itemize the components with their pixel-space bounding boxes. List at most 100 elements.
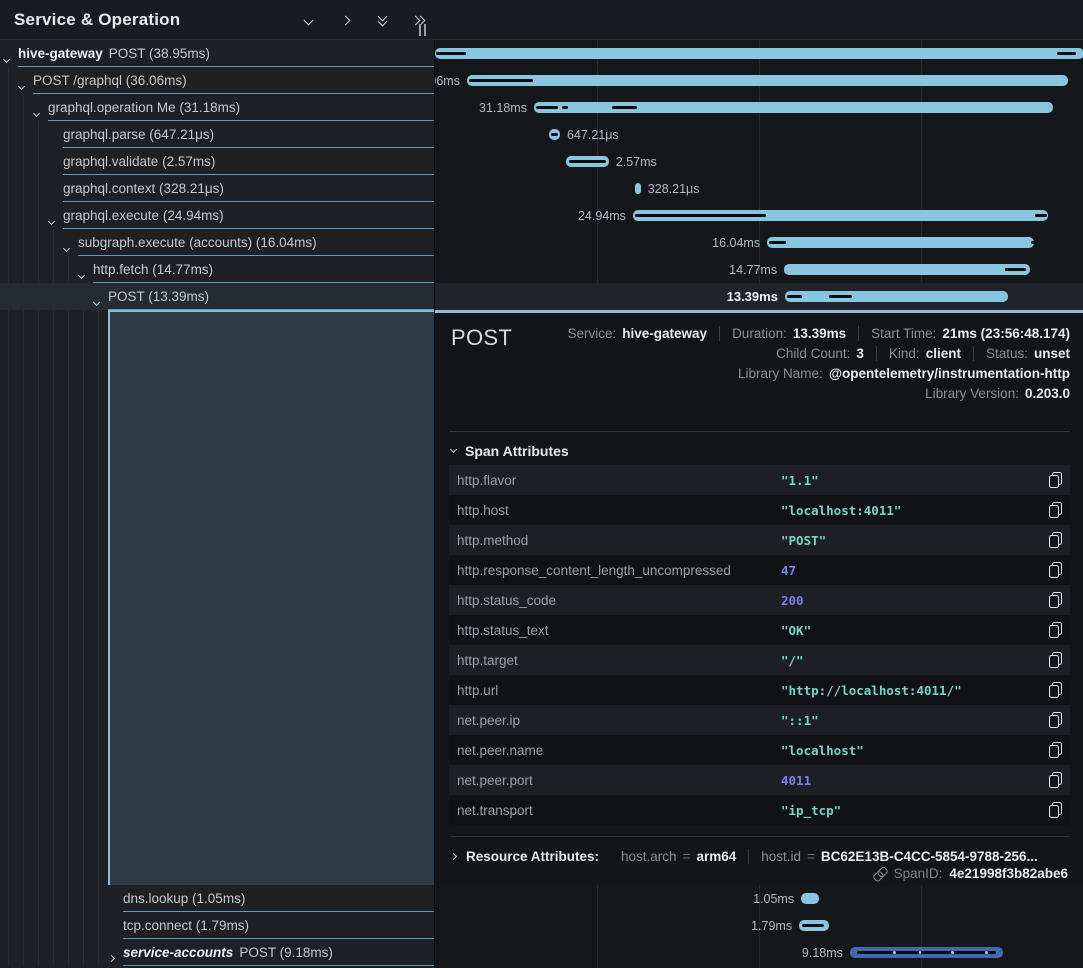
span-row-label: POST /graphql (36.06ms): [33, 67, 187, 94]
indent-guide: [23, 283, 24, 310]
indent-guide: [68, 256, 69, 283]
detail-spacer-block: [108, 310, 434, 885]
copy-icon[interactable]: [1040, 495, 1070, 525]
info-value: 21ms (23:56:48.174): [942, 326, 1070, 341]
span-attributes-toggle[interactable]: Span Attributes: [451, 443, 569, 459]
span-tree-row[interactable]: graphql.parse (647.21μs): [0, 121, 434, 148]
span-detail-panel: POST Service:hive-gatewayDuration:13.39m…: [435, 310, 1083, 885]
double-chevron-down-icon[interactable]: [374, 12, 390, 28]
span-tree-row[interactable]: POST (13.39ms): [0, 283, 434, 310]
attribute-row: http.response_content_length_uncompresse…: [449, 555, 1070, 585]
span-bar-row[interactable]: 36.06ms: [435, 67, 1083, 94]
span-tree-row[interactable]: subgraph.execute (accounts) (16.04ms): [0, 229, 434, 256]
copy-icon[interactable]: [1040, 465, 1070, 495]
span-bar-row[interactable]: 31.18ms: [435, 94, 1083, 121]
span-duration-label: 13.39ms: [727, 283, 778, 310]
indent-guide: [38, 121, 39, 148]
equals-sign: =: [807, 849, 815, 864]
copy-icon[interactable]: [1040, 705, 1070, 735]
span-tree-row[interactable]: http.fetch (14.77ms): [0, 256, 434, 283]
indent-guide: [23, 94, 24, 121]
span-bar-row[interactable]: 13.39ms: [435, 283, 1083, 310]
info-label: Kind:: [889, 346, 920, 361]
operation-name: http.fetch (14.77ms): [93, 262, 213, 277]
span-duration-bar[interactable]: [435, 48, 1083, 59]
copy-icon[interactable]: [1040, 675, 1070, 705]
span-tree-row[interactable]: graphql.operation Me (31.18ms): [0, 94, 434, 121]
copy-icon[interactable]: [1040, 585, 1070, 615]
span-tree-row[interactable]: hive-gatewayPOST (38.95ms): [0, 40, 434, 67]
copy-icon[interactable]: [1040, 735, 1070, 765]
chevron-down-icon[interactable]: [49, 211, 54, 229]
span-duration-bar[interactable]: [801, 893, 819, 904]
span-bar-row[interactable]: 2.57ms: [435, 148, 1083, 175]
child-span-marker: [469, 79, 533, 82]
copy-icon[interactable]: [1040, 555, 1070, 585]
chevron-down-icon[interactable]: [34, 103, 39, 121]
span-tree-row[interactable]: graphql.validate (2.57ms): [0, 148, 434, 175]
chevron-down-icon[interactable]: [94, 292, 99, 310]
span-tree-row[interactable]: dns.lookup (1.05ms): [0, 885, 434, 912]
attribute-row: http.target"/": [449, 645, 1070, 675]
span-bar-row[interactable]: 328.21μs: [435, 175, 1083, 202]
chevron-down-icon[interactable]: [64, 238, 69, 256]
indent-guide: [38, 283, 39, 310]
resource-attributes-row[interactable]: Resource Attributes: host.arch=arm64host…: [451, 836, 1070, 864]
span-bar-row[interactable]: 1.79ms: [435, 912, 1083, 939]
operation-name: POST (9.18ms): [239, 945, 333, 960]
chevron-down-icon[interactable]: [4, 49, 9, 67]
link-icon[interactable]: [871, 864, 889, 882]
attribute-key: net.peer.port: [449, 773, 781, 788]
attribute-row: http.flavor"1.1": [449, 465, 1070, 495]
span-bar-row[interactable]: 24.94ms: [435, 202, 1083, 229]
copy-icon[interactable]: [1040, 615, 1070, 645]
panel-resize-handle[interactable]: [419, 24, 426, 36]
attribute-key: http.url: [449, 683, 781, 698]
span-duration-bar[interactable]: [767, 237, 1034, 248]
span-duration-bar[interactable]: [785, 291, 1008, 302]
child-span-marker: [612, 106, 637, 109]
span-tree-row[interactable]: graphql.execute (24.94ms): [0, 202, 434, 229]
span-row-label: http.fetch (14.77ms): [93, 256, 213, 283]
span-tree-row[interactable]: service-accountsPOST (9.18ms): [0, 939, 434, 966]
indent-guide: [38, 175, 39, 202]
chevron-down-icon[interactable]: [79, 265, 84, 283]
chevron-down-icon[interactable]: [300, 12, 316, 28]
span-bar-row[interactable]: 9.18ms: [435, 939, 1083, 966]
span-row-label: hive-gatewayPOST (38.95ms): [18, 40, 210, 67]
span-bar-row[interactable]: 14.77ms: [435, 256, 1083, 283]
span-tree-row[interactable]: tcp.connect (1.79ms): [0, 912, 434, 939]
copy-icon[interactable]: [1040, 795, 1070, 825]
indent-guide: [83, 912, 84, 939]
indent-guide: [8, 939, 9, 966]
attribute-row: net.peer.ip"::1": [449, 705, 1070, 735]
chevron-right-icon: [450, 853, 457, 860]
info-value: hive-gateway: [622, 326, 707, 341]
chevron-right-icon[interactable]: [337, 12, 353, 28]
attribute-value: "localhost:4011": [781, 503, 1040, 518]
chevron-down-icon[interactable]: [19, 76, 24, 94]
span-tree-row[interactable]: graphql.context (328.21μs): [0, 175, 434, 202]
attribute-key: net.peer.ip: [449, 713, 781, 728]
detail-info-item: Library Name:@opentelemetry/instrumentat…: [738, 366, 1070, 381]
indent-guide: [68, 283, 69, 310]
span-bar-row[interactable]: 647.21μs: [435, 121, 1083, 148]
span-bar-row[interactable]: [435, 40, 1083, 67]
span-tree-row[interactable]: POST /graphql (36.06ms): [0, 67, 434, 94]
operation-name: subgraph.execute (accounts) (16.04ms): [78, 235, 317, 250]
span-bar-row[interactable]: 1.05ms: [435, 885, 1083, 912]
copy-icon[interactable]: [1040, 645, 1070, 675]
indent-guide: [8, 912, 9, 939]
span-duration-bar[interactable]: [467, 75, 1068, 86]
span-tree-panel: hive-gatewayPOST (38.95ms)POST /graphql …: [0, 40, 434, 968]
attribute-key: net.peer.name: [449, 743, 781, 758]
indent-guide: [68, 939, 69, 966]
span-duration-bar[interactable]: [784, 264, 1030, 275]
info-label: Child Count:: [776, 346, 850, 361]
chevron-right-icon[interactable]: [109, 948, 114, 966]
copy-icon[interactable]: [1040, 765, 1070, 795]
copy-icon[interactable]: [1040, 525, 1070, 555]
span-bar-row[interactable]: 16.04ms: [435, 229, 1083, 256]
indent-guide: [53, 229, 54, 256]
span-duration-label: 647.21μs: [560, 121, 619, 148]
